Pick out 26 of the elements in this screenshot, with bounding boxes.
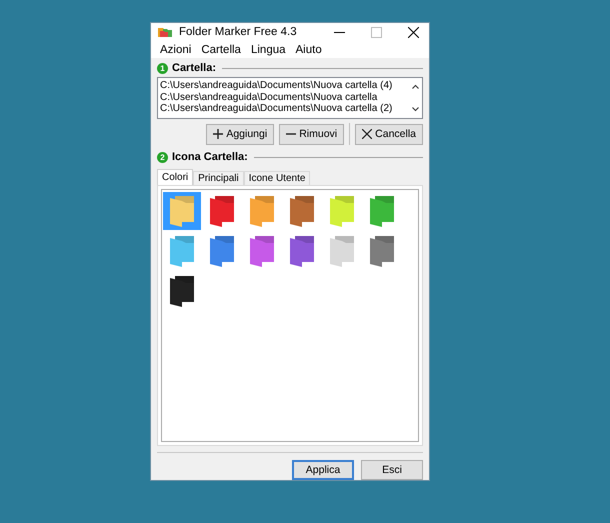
clear-button[interactable]: Cancella xyxy=(355,124,423,144)
tab[interactable]: Principali xyxy=(193,171,244,185)
tab[interactable]: Colori xyxy=(157,169,194,185)
menu-item[interactable]: Lingua xyxy=(246,44,291,56)
step-badge: 2 xyxy=(157,152,168,162)
remove-button[interactable]: Rimuovi xyxy=(279,124,344,144)
tab[interactable]: Icone Utente xyxy=(244,171,310,185)
plus-icon xyxy=(213,129,224,139)
scroll-up-icon[interactable] xyxy=(412,84,418,89)
folder-path[interactable]: C:\Users\andreaguida\Documents\Nuova cartella xyxy=(160,92,406,103)
menu-item[interactable]: Aiuto xyxy=(290,44,327,56)
menu-item[interactable]: Azioni xyxy=(155,44,196,56)
step-badge: 1 xyxy=(157,62,168,74)
add-button[interactable]: Aggiungi xyxy=(206,124,274,144)
dialog-button[interactable]: Applica xyxy=(292,460,354,480)
close-icon[interactable] xyxy=(408,26,419,38)
window-title: Folder Marker Free 4.3 xyxy=(179,26,298,38)
folder-path[interactable]: C:\Users\andreaguida\Documents\Nuova cartella (2) xyxy=(160,103,406,114)
cross-icon xyxy=(362,129,372,139)
section-title: Icona Cartella: xyxy=(172,151,248,163)
dialog-button[interactable]: Esci xyxy=(361,460,423,480)
scroll-down-icon[interactable] xyxy=(412,107,418,112)
menu-item[interactable]: Cartella xyxy=(196,44,246,56)
folders-icon xyxy=(157,26,173,38)
section-title: Cartella: xyxy=(172,62,216,74)
folder-path[interactable]: C:\Users\andreaguida\Documents\Nuova cartella (4) xyxy=(160,80,406,92)
